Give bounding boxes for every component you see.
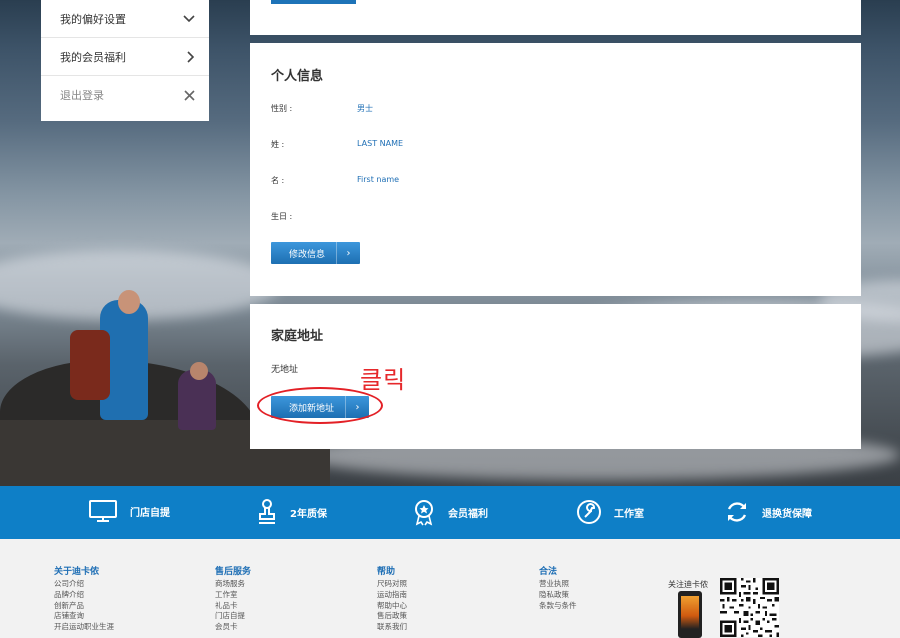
feature-store-pickup[interactable]: 门店自提	[88, 499, 170, 523]
feature-workshop[interactable]: 工作室	[576, 499, 644, 525]
home-address-panel: 家庭地址 无地址 添加新地址 ›	[250, 304, 861, 449]
features-bar: 门店自提 2年质保 会员福利 工作室 退换货保障	[0, 486, 900, 539]
field-label: 生日 :	[271, 212, 293, 221]
section-title: 家庭地址	[271, 329, 324, 344]
footer-column-after-sales: 售后服务 商场服务 工作室 礼品卡 门店自提 会员卡	[215, 566, 251, 633]
info-row-birthday: 生日 :	[271, 211, 357, 222]
feature-label: 工作室	[614, 508, 644, 520]
field-value: 男士	[357, 104, 373, 113]
chevron-right-icon	[187, 50, 195, 63]
sidebar-item-label: 退出登录	[60, 89, 104, 102]
feature-label: 退换货保障	[762, 508, 812, 520]
feature-return-guarantee[interactable]: 退换货保障	[724, 499, 812, 525]
feature-member-benefits[interactable]: 会员福利	[412, 498, 488, 526]
footer-link[interactable]: 营业执照	[539, 579, 577, 590]
monitor-icon	[89, 500, 117, 522]
field-value: LAST NAME	[357, 139, 404, 148]
footer-link[interactable]: 品牌介绍	[54, 590, 114, 601]
footer-column-title: 售后服务	[215, 567, 252, 577]
wrench-icon	[577, 500, 601, 524]
chevron-right-icon: ›	[336, 242, 360, 264]
refresh-icon	[727, 502, 747, 522]
footer-link[interactable]: 隐私政策	[539, 590, 577, 601]
footer: 关于迪卡侬 公司介绍 品牌介绍 创新产品 店铺查询 开启运动职业生涯 售后服务 …	[0, 539, 900, 638]
footer-link[interactable]: 帮助中心	[377, 601, 407, 612]
section-title: 个人信息	[271, 69, 324, 84]
sidebar-item-member-benefits[interactable]: 我的会员福利	[41, 38, 209, 76]
button-label: 修改信息	[289, 249, 326, 260]
chevron-down-icon	[183, 14, 195, 22]
mobile-app-phone-image	[678, 591, 702, 638]
feature-label: 2年质保	[290, 508, 327, 520]
feature-label: 门店自提	[130, 507, 170, 519]
feature-warranty[interactable]: 2年质保	[256, 498, 327, 526]
footer-link[interactable]: 创新产品	[54, 601, 114, 612]
click-annotation-ellipse	[257, 387, 383, 424]
footer-link[interactable]: 工作室	[215, 590, 251, 601]
info-row-first-name: 名 : First name	[271, 175, 399, 186]
footer-link[interactable]: 运动指南	[377, 590, 407, 601]
footer-column-legal: 合法 营业执照 隐私政策 条款与条件	[539, 566, 577, 611]
sidebar-item-preferences[interactable]: 我的偏好设置	[41, 0, 209, 38]
sidebar-item-logout[interactable]: 退出登录	[41, 76, 209, 114]
top-panel	[250, 0, 861, 35]
field-label: 名 :	[271, 176, 285, 185]
footer-link[interactable]: 尺码对照	[377, 579, 407, 590]
footer-column-help: 帮助 尺码对照 运动指南 帮助中心 售后政策 联系我们	[377, 566, 407, 633]
footer-link[interactable]: 条款与条件	[539, 601, 577, 612]
field-label: 姓 :	[271, 140, 285, 149]
field-value: First name	[357, 175, 400, 184]
award-icon	[415, 500, 433, 526]
footer-link[interactable]: 会员卡	[215, 622, 251, 633]
footer-column-title: 合法	[539, 567, 558, 577]
info-row-last-name: 姓 : LAST NAME	[271, 139, 403, 150]
footer-link[interactable]: 门店自提	[215, 611, 251, 622]
footer-link[interactable]: 公司介绍	[54, 579, 114, 590]
feature-label: 会员福利	[448, 508, 488, 520]
footer-link[interactable]: 联系我们	[377, 622, 407, 633]
close-icon	[184, 89, 195, 101]
follow-label: 关注迪卡侬	[668, 580, 708, 589]
field-label: 性别 :	[271, 104, 293, 113]
no-address-text: 无地址	[271, 365, 299, 375]
top-panel-button[interactable]	[271, 0, 356, 4]
footer-column-title: 关于迪卡侬	[54, 567, 100, 577]
qr-code-icon	[720, 578, 779, 637]
footer-link[interactable]: 礼品卡	[215, 601, 251, 612]
footer-link[interactable]: 售后政策	[377, 611, 407, 622]
personal-info-panel: 个人信息 性别 : 男士 姓 : LAST NAME 名 : First nam…	[250, 43, 861, 296]
footer-column-title: 帮助	[377, 567, 396, 577]
account-sidebar: 我的偏好设置 我的会员福利 退出登录	[41, 0, 209, 121]
footer-link[interactable]: 店铺查询	[54, 611, 114, 622]
sidebar-item-label: 我的会员福利	[60, 50, 126, 64]
footer-link[interactable]: 开启运动职业生涯	[54, 622, 114, 633]
stamp-icon	[259, 499, 275, 524]
sidebar-item-label: 我的偏好设置	[60, 12, 126, 26]
footer-column-about: 关于迪卡侬 公司介绍 品牌介绍 创新产品 店铺查询 开启运动职业生涯	[54, 566, 114, 633]
edit-info-button[interactable]: 修改信息 ›	[271, 242, 361, 264]
click-annotation-text: 클릭	[360, 366, 407, 394]
footer-link[interactable]: 商场服务	[215, 579, 251, 590]
info-row-gender: 性别 : 男士	[271, 103, 373, 114]
